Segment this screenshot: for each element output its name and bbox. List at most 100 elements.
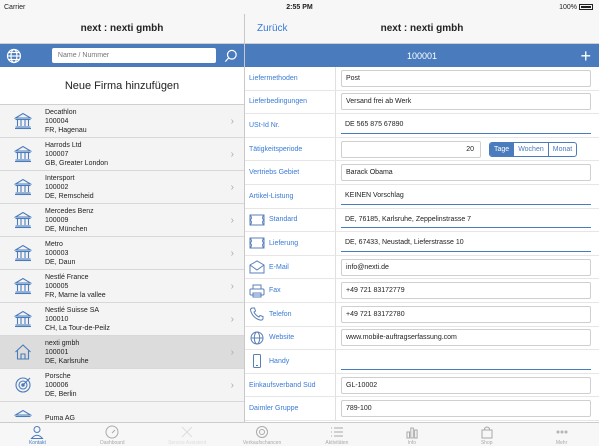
company-row[interactable]: Harrods Ltd 100007 GB, Greater London › (0, 138, 244, 171)
chevron-right-icon: › (230, 347, 234, 358)
tab-dashboard[interactable]: Dashboard (75, 423, 150, 446)
company-location: DE, Daun (45, 258, 76, 266)
field-label: Lieferung (269, 239, 299, 247)
add-button[interactable]: + (580, 46, 591, 67)
article-listing-field[interactable]: KEINEN Vorschlag (341, 188, 591, 205)
address-icon (249, 237, 265, 249)
daimler-group-field[interactable]: 789-100 (341, 400, 591, 418)
field-label: Einkaufsverband Süd (245, 373, 336, 397)
purchasing-association-field[interactable]: GL-10002 (341, 376, 591, 394)
email-field[interactable]: info@nexti.de (341, 258, 591, 276)
field-row: Vertriebs Gebiet Barack Obama (245, 161, 599, 185)
tab-label: Shop (480, 440, 493, 446)
tab-info[interactable]: Info (374, 423, 449, 446)
tab-service-assistant[interactable]: Service Assistent (150, 423, 225, 446)
back-button[interactable]: Zurück (257, 23, 288, 34)
tab-shop[interactable]: Shop (449, 423, 524, 446)
company-row[interactable]: Metro 100003 DE, Daun › (0, 237, 244, 270)
company-name: Mercedes Benz (45, 207, 94, 215)
company-row[interactable]: Porsche 100006 DE, Berlin › (0, 369, 244, 402)
field-row: Lieferbedingungen Versand frei ab Werk (245, 90, 599, 115)
company-number: 100003 (45, 249, 69, 257)
tab-label: Aktivitäten (325, 440, 349, 446)
chevron-right-icon: › (230, 281, 234, 292)
tab-label: Service Assistent (168, 440, 207, 446)
chevron-right-icon: › (230, 149, 234, 160)
email-label: E-Mail (245, 255, 336, 279)
company-name: Nestlé Suisse SA (45, 306, 100, 314)
fax-label: Fax (245, 279, 336, 302)
period-option-days[interactable]: Tage (490, 142, 514, 156)
company-row[interactable]: Decathlon 100004 FR, Hagenau › (0, 105, 244, 138)
bank-icon (0, 277, 45, 295)
phone-label: Telefon (245, 302, 336, 326)
website-label: Website (245, 326, 336, 350)
tab-sales-opportunities[interactable]: Verkaufschancen (225, 423, 300, 446)
field-label: Standard (269, 216, 298, 224)
status-bar: Carrier 2:55 PM 100% (0, 0, 599, 14)
sales-area-field[interactable]: Barack Obama (341, 164, 591, 182)
detail-number-bar: 100001 + (245, 44, 599, 67)
chevron-right-icon: › (230, 380, 234, 391)
tab-bar: Kontakt Dashboard Service Assistent Verk… (0, 422, 599, 446)
field-label: USt-Id Nr. (245, 114, 336, 137)
field-label: Handy (269, 357, 290, 365)
search-input[interactable] (51, 48, 217, 63)
period-option-weeks[interactable]: Wochen (513, 142, 548, 156)
company-row[interactable]: Puma AG (0, 402, 244, 422)
tab-activities[interactable]: Aktivitäten (300, 423, 375, 446)
company-row[interactable]: Nestlé Suisse SA 100010 CH, La Tour-de-Pei… (0, 303, 244, 336)
delivery-address-field[interactable]: DE, 67433, Neustadt, Lieferstrasse 10 (341, 235, 591, 252)
field-row: Lieferung DE, 67433, Neustadt, Lieferstr… (245, 232, 599, 256)
search-icon[interactable] (224, 49, 238, 63)
tools-icon (181, 426, 193, 438)
field-row: Artikel-Listung KEINEN Vorschlag (245, 184, 599, 209)
globe-icon[interactable] (6, 48, 22, 64)
fax-icon (249, 284, 265, 298)
company-row[interactable]: Intersport 100002 DE, Remscheid › (0, 171, 244, 204)
field-label: Website (269, 334, 295, 342)
globe-icon (250, 331, 264, 345)
field-row: Fax +49 721 83172779 (245, 279, 599, 303)
website-field[interactable]: www.mobile-auftragserfassung.com (341, 329, 591, 347)
chevron-right-icon: › (230, 215, 234, 226)
delivery-method-field[interactable]: Post (341, 69, 591, 87)
standard-address-field[interactable]: DE, 76185, Karlsruhe, Zeppelinstrasse 7 (341, 211, 591, 229)
period-segmented-control: Tage Wochen Monat (489, 141, 578, 157)
battery-indicator: 100% (559, 4, 593, 11)
fax-field[interactable]: +49 721 83172779 (341, 282, 591, 300)
company-name: Decathlon (45, 108, 77, 116)
period-option-month[interactable]: Monat (547, 142, 576, 156)
company-number: 100002 (45, 183, 69, 191)
standard-address-label: Standard (245, 208, 336, 232)
tab-contact[interactable]: Kontakt (0, 423, 75, 446)
company-location: DE, Berlin (45, 390, 77, 398)
address-icon (249, 214, 265, 226)
phone-icon (249, 307, 264, 321)
target-icon (256, 426, 269, 438)
field-label: Lieferbedingungen (245, 90, 336, 114)
company-row-selected[interactable]: nexti gmbh 100001 DE, Karlsruhe › (0, 336, 244, 369)
field-row: E-Mail info@nexti.de (245, 255, 599, 280)
tab-more[interactable]: Mehr (524, 423, 599, 446)
phone-field[interactable]: +49 721 83172780 (341, 305, 591, 323)
add-company-button[interactable]: Neue Firma hinzufügen (0, 67, 244, 105)
chevron-right-icon: › (230, 314, 234, 325)
search-bar (0, 44, 244, 67)
chevron-right-icon: › (230, 116, 234, 127)
field-row: Einkaufsverband Süd GL-10002 (245, 373, 599, 398)
company-row[interactable]: Nestlé France 100005 FR, Marne la vallee › (0, 270, 244, 303)
company-number-header: 100001 (406, 50, 438, 61)
bag-icon (481, 426, 493, 439)
field-row: Standard DE, 76185, Karlsruhe, Zeppelins… (245, 208, 599, 233)
delivery-terms-field[interactable]: Versand frei ab Werk (341, 93, 591, 111)
company-row[interactable]: Mercedes Benz 100009 DE, München › (0, 204, 244, 237)
company-name: Porsche (45, 372, 71, 380)
mobile-label: Handy (245, 350, 336, 373)
company-list: Decathlon 100004 FR, Hagenau › Harrods Ltd… (0, 105, 244, 422)
period-field[interactable]: 20 (341, 140, 481, 158)
tab-label: Dashboard (100, 440, 125, 446)
company-location: DE, Remscheid (45, 192, 94, 200)
vat-id-field[interactable]: DE 565 875 67890 (341, 117, 591, 134)
mobile-field[interactable] (341, 353, 591, 370)
